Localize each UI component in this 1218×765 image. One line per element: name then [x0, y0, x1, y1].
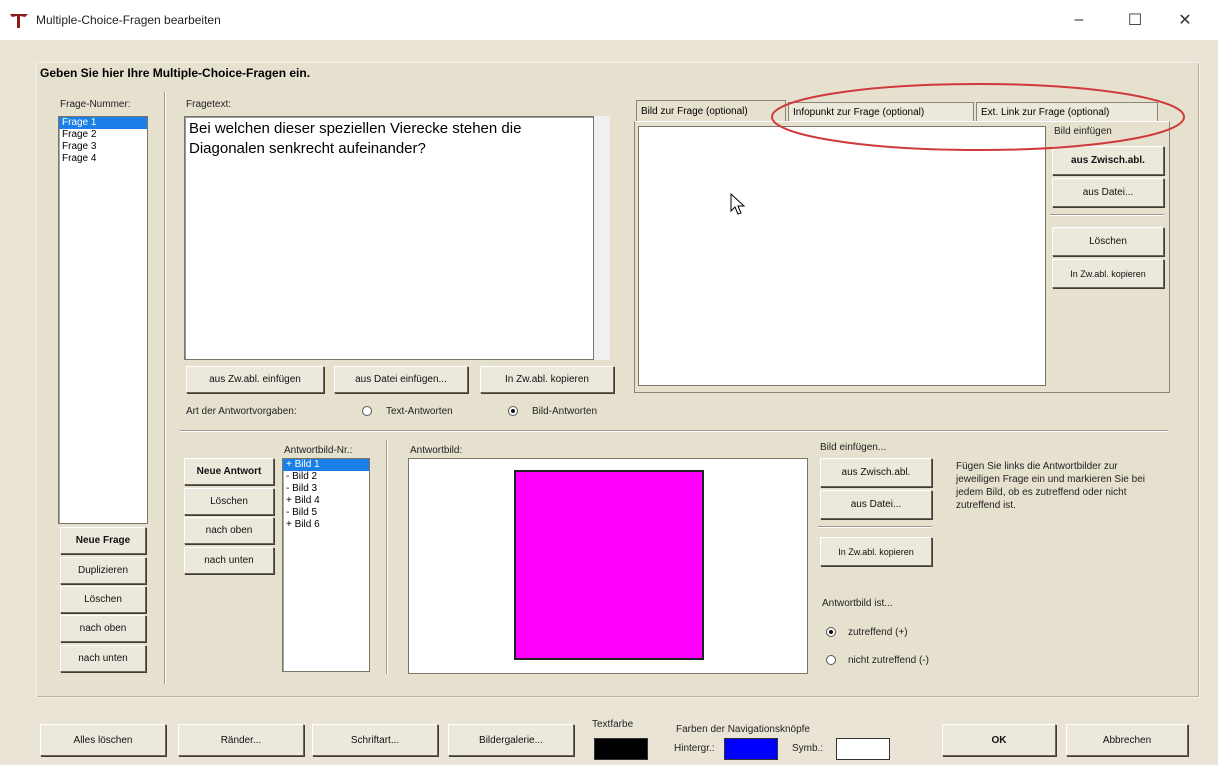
- answer-list-item[interactable]: + Bild 1: [283, 459, 369, 471]
- insert-from-file-button[interactable]: aus Datei einfügen...: [334, 366, 468, 393]
- answer-status-label: Antwortbild ist...: [822, 598, 893, 609]
- incorrect-radio[interactable]: [826, 655, 836, 665]
- annotation-ellipse: [771, 83, 1185, 151]
- answer-list-label: Antwortbild-Nr.:: [284, 445, 353, 456]
- answer-divider: [386, 440, 388, 674]
- answer-list-item[interactable]: + Bild 6: [283, 519, 369, 531]
- answer-panel-divider: [818, 526, 932, 528]
- font-button[interactable]: Schriftart...: [312, 724, 438, 756]
- image-panel-divider: [1050, 214, 1164, 216]
- tab-question-image[interactable]: Bild zur Frage (optional): [636, 100, 786, 122]
- answer-list-item[interactable]: - Bild 5: [283, 507, 369, 519]
- answer-image-area[interactable]: [408, 458, 808, 674]
- answer-section-divider: [180, 430, 1168, 432]
- delete-answer-button[interactable]: Löschen: [184, 488, 274, 515]
- page-heading: Geben Sie hier Ihre Multiple-Choice-Frag…: [40, 66, 311, 80]
- title-bar: Multiple-Choice-Fragen bearbeiten – ☐ ✕: [0, 0, 1218, 40]
- image-delete-button[interactable]: Löschen: [1052, 227, 1164, 256]
- answer-list-item[interactable]: - Bild 2: [283, 471, 369, 483]
- answer-list-item[interactable]: - Bild 3: [283, 483, 369, 495]
- cancel-button[interactable]: Abbrechen: [1066, 724, 1188, 756]
- move-question-up-button[interactable]: nach oben: [60, 615, 146, 642]
- margins-button[interactable]: Ränder...: [178, 724, 304, 756]
- move-answer-up-button[interactable]: nach oben: [184, 517, 274, 544]
- background-color-label: Hintergr.:: [674, 743, 715, 754]
- answer-image-square: [514, 470, 704, 660]
- ok-button[interactable]: OK: [942, 724, 1056, 756]
- answer-list-item[interactable]: + Bild 4: [283, 495, 369, 507]
- close-button[interactable]: ✕: [1162, 6, 1208, 34]
- question-text-label: Fragetext:: [186, 99, 232, 110]
- question-item[interactable]: Frage 2: [59, 129, 147, 141]
- image-gallery-button[interactable]: Bildergalerie...: [448, 724, 574, 756]
- question-list-label: Frage-Nummer:: [60, 99, 131, 110]
- new-answer-button[interactable]: Neue Antwort: [184, 458, 274, 485]
- text-answers-radio[interactable]: [362, 406, 372, 416]
- answer-image-list[interactable]: + Bild 1 - Bild 2 - Bild 3 + Bild 4 - Bi…: [282, 458, 370, 672]
- answer-hint-text: Fügen Sie links die Antwortbilder zur je…: [956, 461, 1145, 511]
- window-title: Multiple-Choice-Fragen bearbeiten: [36, 13, 221, 27]
- maximize-button[interactable]: ☐: [1112, 6, 1158, 34]
- delete-all-button[interactable]: Alles löschen: [40, 724, 166, 756]
- app-logo-icon: [10, 14, 28, 28]
- delete-question-button[interactable]: Löschen: [60, 586, 146, 613]
- incorrect-label: nicht zutreffend (-): [848, 655, 929, 666]
- image-answers-radio[interactable]: [508, 406, 518, 416]
- question-text-scrollbar[interactable]: [594, 116, 610, 360]
- mouse-cursor-icon: [730, 192, 746, 215]
- question-list[interactable]: Frage 1 Frage 2 Frage 3 Frage 4: [58, 116, 148, 524]
- question-item[interactable]: Frage 3: [59, 141, 147, 153]
- duplicate-question-button[interactable]: Duplizieren: [60, 557, 146, 584]
- image-from-file-button[interactable]: aus Datei...: [1052, 178, 1164, 207]
- question-item[interactable]: Frage 4: [59, 153, 147, 165]
- background-color-swatch[interactable]: [724, 738, 778, 760]
- answer-type-label: Art der Antwortvorgaben:: [186, 406, 297, 417]
- correct-label: zutreffend (+): [848, 627, 908, 638]
- text-color-swatch[interactable]: [594, 738, 648, 760]
- minimize-button[interactable]: –: [1056, 6, 1102, 34]
- move-answer-down-button[interactable]: nach unten: [184, 547, 274, 574]
- text-color-label: Textfarbe: [592, 719, 634, 730]
- move-question-down-button[interactable]: nach unten: [60, 645, 146, 672]
- image-answers-label: Bild-Antworten: [532, 406, 598, 417]
- symbol-color-label: Symb.:: [792, 743, 824, 754]
- answer-copy-clipboard-button[interactable]: In Zw.abl. kopieren: [820, 537, 932, 566]
- new-question-button[interactable]: Neue Frage: [60, 527, 146, 554]
- answer-from-file-button[interactable]: aus Datei...: [820, 490, 932, 519]
- copy-to-clipboard-button[interactable]: In Zw.abl. kopieren: [480, 366, 614, 393]
- correct-radio[interactable]: [826, 627, 836, 637]
- paste-from-clipboard-button[interactable]: aus Zw.abl. einfügen: [186, 366, 324, 393]
- answer-paste-clipboard-button[interactable]: aus Zwisch.abl.: [820, 458, 932, 487]
- nav-colors-label: Farben der Navigationsknöpfe: [676, 724, 810, 735]
- image-copy-clipboard-button[interactable]: In Zw.abl. kopieren: [1052, 259, 1164, 288]
- text-answers-label: Text-Antworten: [386, 406, 453, 417]
- question-text-field[interactable]: Bei welchen dieser speziellen Vierecke s…: [184, 116, 594, 360]
- question-image-area[interactable]: [638, 126, 1046, 386]
- answer-image-label: Antwortbild:: [410, 445, 463, 456]
- question-item[interactable]: Frage 1: [59, 117, 147, 129]
- symbol-color-swatch[interactable]: [836, 738, 890, 760]
- left-divider: [164, 92, 166, 684]
- answer-insert-label: Bild einfügen...: [820, 442, 887, 453]
